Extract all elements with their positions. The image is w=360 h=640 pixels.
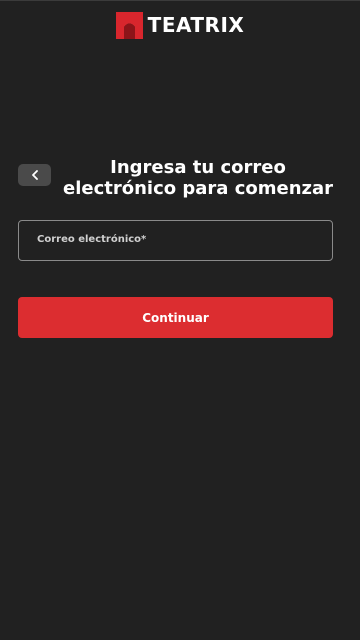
- email-field[interactable]: Correo electrónico*: [18, 220, 333, 261]
- back-button[interactable]: [18, 164, 51, 186]
- page-title: Ingresa tu correo electrónico para comen…: [62, 157, 334, 199]
- brand-name: TEATRIX: [147, 13, 245, 37]
- teatrix-logo-icon: [115, 12, 143, 39]
- brand-header: TEATRIX: [0, 12, 360, 39]
- email-input[interactable]: [19, 221, 332, 260]
- continue-button[interactable]: Continuar: [18, 297, 333, 338]
- chevron-left-icon: [31, 170, 38, 180]
- heading-row: Ingresa tu correo electrónico para comen…: [18, 157, 342, 203]
- top-border: [0, 0, 360, 1]
